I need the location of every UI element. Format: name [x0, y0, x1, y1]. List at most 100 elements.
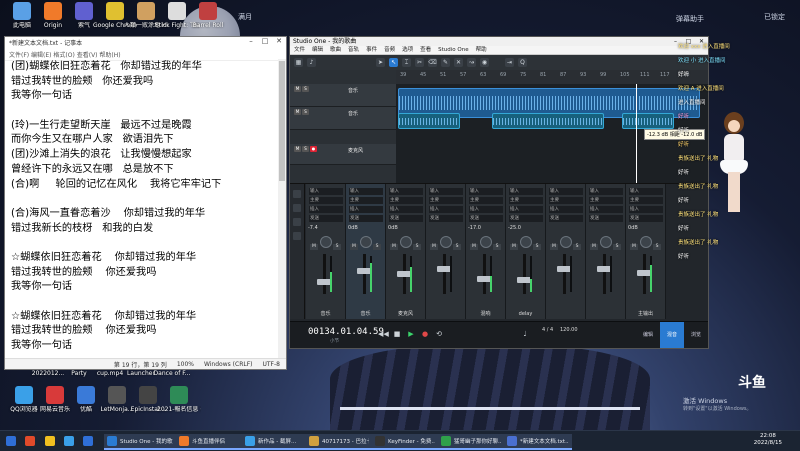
minimize-icon[interactable]: – [244, 37, 258, 45]
desktop-icon[interactable]: Barrel Roll [186, 2, 230, 30]
mute-button[interactable]: M [590, 244, 598, 250]
fader-track[interactable] [323, 254, 326, 294]
track-header[interactable]: M S 音乐 [290, 84, 396, 107]
time-display[interactable]: 00134.01.04.59 [308, 327, 384, 337]
taskbar-item[interactable]: Studio One - 我的歌曲 [104, 434, 176, 450]
track-header[interactable]: M S ● 麦克风 [290, 144, 396, 165]
solo-button[interactable]: S [653, 244, 661, 250]
channel-name[interactable]: 音乐 [306, 310, 345, 317]
solo-button[interactable]: S [333, 244, 341, 250]
channel-name[interactable]: delay [506, 311, 545, 317]
notepad-scrollbar[interactable] [278, 59, 286, 359]
danmaku-helper-label[interactable]: 弹幕助手 [676, 14, 704, 24]
mixer-channel-strip[interactable]: 输入 主要 插入 发送 -17.0 M S 混响 [466, 184, 506, 319]
eraser-tool-icon[interactable]: ⌫ [428, 58, 437, 67]
audio-clip[interactable] [492, 113, 604, 129]
mixer-channel-strip[interactable]: 输入 主要 插入 发送 0dB M S 音乐 [346, 184, 386, 319]
mixer-slot-send[interactable]: 发送 [309, 215, 343, 222]
notepad-window[interactable]: *新建文本文档.txt - 记事本 – □ ✕ 文件(F) 编辑(E) 格式(O… [4, 36, 287, 370]
pan-knob[interactable] [440, 236, 452, 248]
menu-item[interactable]: 事件 [366, 46, 377, 54]
mute-button[interactable]: M [294, 146, 301, 152]
maximize-icon[interactable]: □ [258, 37, 272, 45]
rewind-icon[interactable]: ◀◀ [378, 329, 389, 339]
mixer-slot-input[interactable]: 输入 [429, 188, 463, 195]
pan-knob[interactable] [400, 236, 412, 248]
notepad-text-area[interactable]: (团)蝴蝶依旧狂恋着花 你却错过我的年华 错过我转世的脸颊 你还爱我吗 我等你一句话… [5, 59, 278, 359]
mixer-option-icon[interactable] [293, 218, 301, 226]
track-name[interactable]: 音乐 [348, 110, 358, 117]
start-button[interactable] [3, 434, 23, 448]
mute-button[interactable]: M [430, 244, 438, 250]
mixer-slot-input[interactable]: 输入 [349, 188, 383, 195]
mixer-slot-insert[interactable]: 插入 [349, 206, 383, 213]
taskbar-clock[interactable]: 22:08 2022/8/15 [754, 433, 782, 447]
tab-edit[interactable]: 编辑 [636, 322, 660, 348]
mixer-slot-send[interactable]: 发送 [589, 215, 623, 222]
mixer-slot-insert[interactable]: 插入 [589, 206, 623, 213]
mixer-slot-main[interactable]: 主要 [629, 197, 663, 204]
menu-item[interactable]: Studio One [438, 46, 468, 54]
solo-button[interactable]: S [413, 244, 421, 250]
fader-track[interactable] [563, 254, 566, 294]
play-icon[interactable]: ▶ [406, 329, 416, 339]
mixer-slot-main[interactable]: 主要 [549, 197, 583, 204]
mixer-option-icon[interactable] [293, 190, 301, 198]
mixer-channel-strip[interactable]: 输入 主要 插入 发送 M S [546, 184, 586, 319]
pan-knob[interactable] [640, 236, 652, 248]
channel-name[interactable]: 混响 [466, 310, 505, 317]
mixer-channel-strip[interactable]: 输入 主要 插入 发送 -7.4 M S 音乐 [306, 184, 346, 319]
mixer-channel-strip[interactable]: 输入 主要 插入 发送 0dB M S 主输出 [626, 184, 666, 319]
fader-track[interactable] [483, 254, 486, 294]
mute-tool-icon[interactable]: ✕ [454, 58, 463, 67]
mixer-slot-send[interactable]: 发送 [389, 215, 423, 222]
mixer-channel-strip[interactable]: 输入 主要 插入 发送 0dB M S 麦克风 [386, 184, 426, 319]
mute-button[interactable]: M [294, 109, 301, 115]
select-tool-icon[interactable]: ↖ [389, 58, 398, 67]
mixer-slot-send[interactable]: 发送 [349, 215, 383, 222]
listen-tool-icon[interactable]: ◉ [480, 58, 489, 67]
mixer-slot-insert[interactable]: 插入 [389, 206, 423, 213]
mixer-slot-insert[interactable]: 插入 [469, 206, 503, 213]
mixer-slot-send[interactable]: 发送 [469, 215, 503, 222]
mixer-channel-strip[interactable]: 输入 主要 插入 发送 -25.0 M Sdelay [506, 184, 546, 319]
menu-item[interactable]: 歌曲 [330, 46, 341, 54]
grid-icon[interactable]: ▦ [294, 58, 303, 67]
pan-knob[interactable] [360, 236, 372, 248]
mixer-slot-insert[interactable]: 插入 [549, 206, 583, 213]
desktop-icon[interactable]: 2021-報名信息 (1).xlsx [157, 386, 201, 414]
pan-knob[interactable] [600, 236, 612, 248]
menu-item[interactable]: 查看 [420, 46, 431, 54]
mixer-slot-main[interactable]: 主要 [309, 197, 343, 204]
mixer-slot-insert[interactable]: 插入 [429, 206, 463, 213]
taskbar-item[interactable]: KeyFinder - 免费... [372, 434, 438, 450]
mixer-option-icon[interactable] [293, 204, 301, 212]
key-icon[interactable]: ♪ [307, 58, 316, 67]
solo-button[interactable]: S [453, 244, 461, 250]
pan-knob[interactable] [520, 236, 532, 248]
mixer-slot-send[interactable]: 发送 [629, 215, 663, 222]
arrow-tool-icon[interactable]: ➤ [376, 58, 385, 67]
solo-button[interactable]: S [302, 109, 309, 115]
taskbar-item[interactable] [22, 434, 42, 448]
pan-knob[interactable] [320, 236, 332, 248]
scrollbar-thumb[interactable] [279, 61, 285, 181]
taskbar-item[interactable]: 斗鱼直播伴侣 [176, 434, 242, 450]
mixer-slot-send[interactable]: 发送 [429, 215, 463, 222]
mixer-slot-insert[interactable]: 插入 [629, 206, 663, 213]
mixer-option-icon[interactable] [293, 232, 301, 240]
bend-tool-icon[interactable]: ↝ [467, 58, 476, 67]
mute-button[interactable]: M [390, 244, 398, 250]
mixer-slot-main[interactable]: 主要 [509, 197, 543, 204]
mixer-slot-input[interactable]: 输入 [509, 188, 543, 195]
fader-track[interactable] [443, 254, 446, 294]
mixer-slot-input[interactable]: 输入 [549, 188, 583, 195]
taskbar-item[interactable]: 40717173 - 巴拉卡... [306, 434, 372, 450]
channel-name[interactable]: 主输出 [626, 310, 665, 317]
menu-item[interactable]: 选项 [402, 46, 413, 54]
track-name[interactable]: 音乐 [348, 87, 358, 94]
solo-button[interactable]: S [373, 244, 381, 250]
solo-button[interactable]: S [573, 244, 581, 250]
mute-button[interactable]: M [550, 244, 558, 250]
taskbar-item[interactable]: 新作品 - 截屏... [242, 434, 306, 450]
